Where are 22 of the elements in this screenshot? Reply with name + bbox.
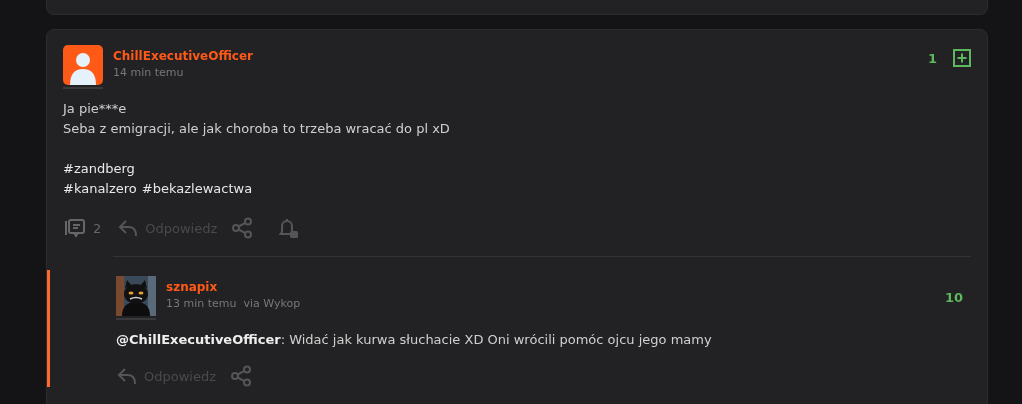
author-link[interactable]: sznapix <box>166 280 301 294</box>
upvote-button[interactable] <box>953 49 971 67</box>
reply-arrow-icon <box>117 217 140 239</box>
user-avatar-icon[interactable] <box>63 45 103 89</box>
post-text: Ja pie***e <box>63 100 128 118</box>
notification-bell-icon[interactable] <box>277 217 300 239</box>
hashtag-link[interactable]: #kanalzero <box>63 179 137 199</box>
comments-icon[interactable] <box>63 216 87 240</box>
share-icon[interactable] <box>231 217 254 239</box>
reply-time: 13 min temu <box>166 297 237 310</box>
reply-text: @ChillExecutiveOfficer: Widać jak kurwa słuchacie XD Oni wrócili pomóc ojcu jego mamy <box>115 332 713 347</box>
vote-count: 1 <box>927 50 937 66</box>
author-link[interactable]: ChillExecutiveOfficer <box>113 49 253 63</box>
reply-arrow-icon <box>116 365 138 387</box>
reply-source: via Wykop <box>243 297 301 310</box>
hashtag-link[interactable]: #bekazlewactwa <box>141 179 253 199</box>
vote-count: 10 <box>944 290 963 305</box>
post-time: 14 min temu <box>113 66 185 79</box>
share-icon[interactable] <box>230 365 252 387</box>
post-text: Seba z emigracji, ale jak choroba to trzeba wracać do pl xD <box>63 120 451 138</box>
comments-count: 2 <box>93 220 102 236</box>
hashtag-link[interactable]: #zandberg <box>63 159 135 179</box>
